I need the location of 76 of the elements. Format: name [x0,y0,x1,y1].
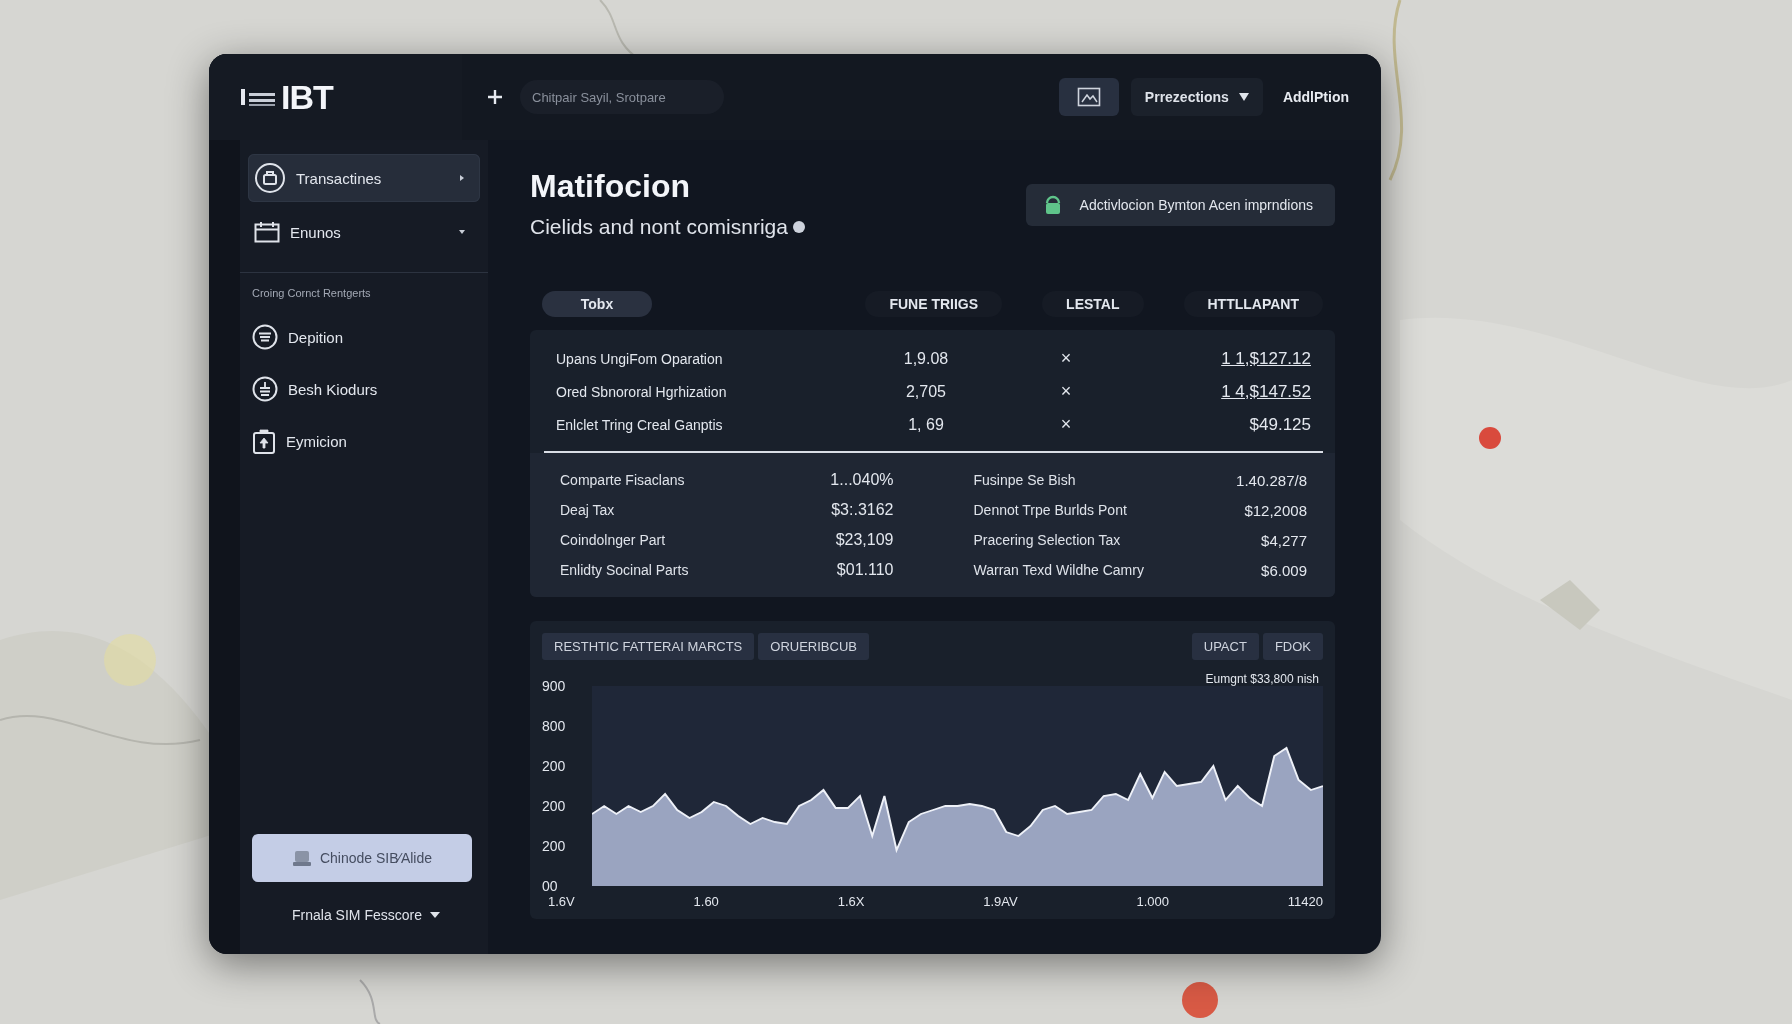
chart-button[interactable]: FDOK [1262,633,1323,660]
summary-label: Dennot Trpe Burlds Pont [973,502,1127,518]
sidebar-item[interactable]: Besh Kiodurs [252,363,480,415]
page-title: Matifocion [530,168,691,205]
notice-button[interactable]: Adctivlocion Bymton Acen imprndions [1025,184,1335,226]
calendar-icon [254,221,280,243]
bag-icon [254,162,286,194]
image-icon [1076,87,1101,107]
summary-label: Pracering Selection Tax [973,532,1121,548]
axis-label: 200 [542,838,567,854]
sidebar-item[interactable]: Transactines [248,154,480,202]
table-cell-text: × [1059,348,1073,369]
summary-value: $3:.3162 [831,501,894,519]
sidebar-item[interactable]: Enunos [248,208,480,256]
summary-label: Enlidty Socinal Parts [560,562,689,578]
search-field[interactable]: Chitpair Sayil, Srotpare [520,80,724,114]
summary-label: Coindolnger Part [560,532,666,548]
summary-value: $4,277 [1261,531,1307,549]
axis-label: 11420 [1287,894,1323,909]
summary-value: $01.110 [836,561,894,579]
axis-label: 1.000 [1136,894,1169,909]
page-subtitle: Cielids and nont comisnriga [530,215,788,239]
plus-icon [486,88,504,106]
axis-label: 1.60 [693,894,719,909]
chart-tab[interactable]: RESTHTIC FATTERAI MARCTS [542,633,755,660]
axis-label: 900 [542,678,567,694]
summary-value: $23,109 [835,531,894,549]
table-cell-text: 1,9.08 [902,349,950,368]
amount-link[interactable]: 1 1,$127.12 [1146,348,1311,369]
axis-label: 200 [542,758,567,774]
summary-value: $6.009 [1261,561,1307,579]
caret-icon [429,912,440,918]
stack-icon [252,376,278,402]
table-cell-text: Ored Sbnororal Hgrhization [556,383,728,400]
axis-label: 200 [542,798,567,814]
axis-label: 800 [542,718,567,734]
table-cell-text: × [1059,381,1073,402]
sidebar-item[interactable]: Depition [252,311,480,363]
chart-tab[interactable]: ORUERIBCUB [758,633,869,660]
action-button[interactable]: AddlPtion [1274,89,1357,105]
sidebar-item[interactable]: Eymicion [252,415,480,467]
caret-icon [1238,93,1249,101]
lock-icon [1043,195,1062,215]
image-button[interactable] [1058,78,1119,116]
section-heading: Croing Cornct Rentgerts [252,287,372,299]
badge-icon [252,427,276,455]
summary-value: 1...040% [830,471,894,489]
list-icon [252,324,278,350]
chart-button[interactable]: UPACT [1191,633,1259,660]
sidebar-button[interactable]: Chinode SIB⁄Alide [252,834,472,882]
summary-value: 1.40.287/8 [1236,471,1307,489]
app-logo: IBT [281,77,333,117]
footer-dropdown[interactable]: Frnala SIM Fesscore [252,906,480,924]
column-header[interactable]: FUNE TRIIGS [865,291,1003,317]
summary-label: Fusinpe Se Bish [973,472,1076,488]
axis-label: 1.6V [548,894,575,909]
column-header[interactable]: Tobx [542,291,652,317]
axis-label: 00 [542,878,559,894]
column-header[interactable]: LESTAL [1042,291,1144,317]
table-cell-text: 2,705 [904,382,947,401]
table-cell-text: 1, 69 [907,415,945,434]
summary-label: Comparte Fisaclans [560,472,685,488]
table-cell-text: Enlclet Tring Creal Ganptis [556,416,724,433]
dot-icon [791,220,806,234]
summary-value: $12,2008 [1244,501,1307,519]
axis-label: 1.9AV [983,894,1018,909]
summary-label: Warran Texd Wildhe Camry [973,562,1144,578]
device-icon [291,849,312,867]
amount-link[interactable]: 1 4,$147.52 [1146,381,1311,402]
table-cell-text: Upans UngiFom Oparation [556,350,724,367]
summary-label: Deaj Tax [560,502,615,518]
table-cell-text: × [1059,414,1073,435]
axis-label: 1.6X [837,894,865,909]
menu-dropdown[interactable]: Prrezections [1130,78,1263,116]
column-header[interactable]: HTTLLAPANT [1183,291,1323,317]
table-cell-text: $49.125 [1248,414,1311,435]
